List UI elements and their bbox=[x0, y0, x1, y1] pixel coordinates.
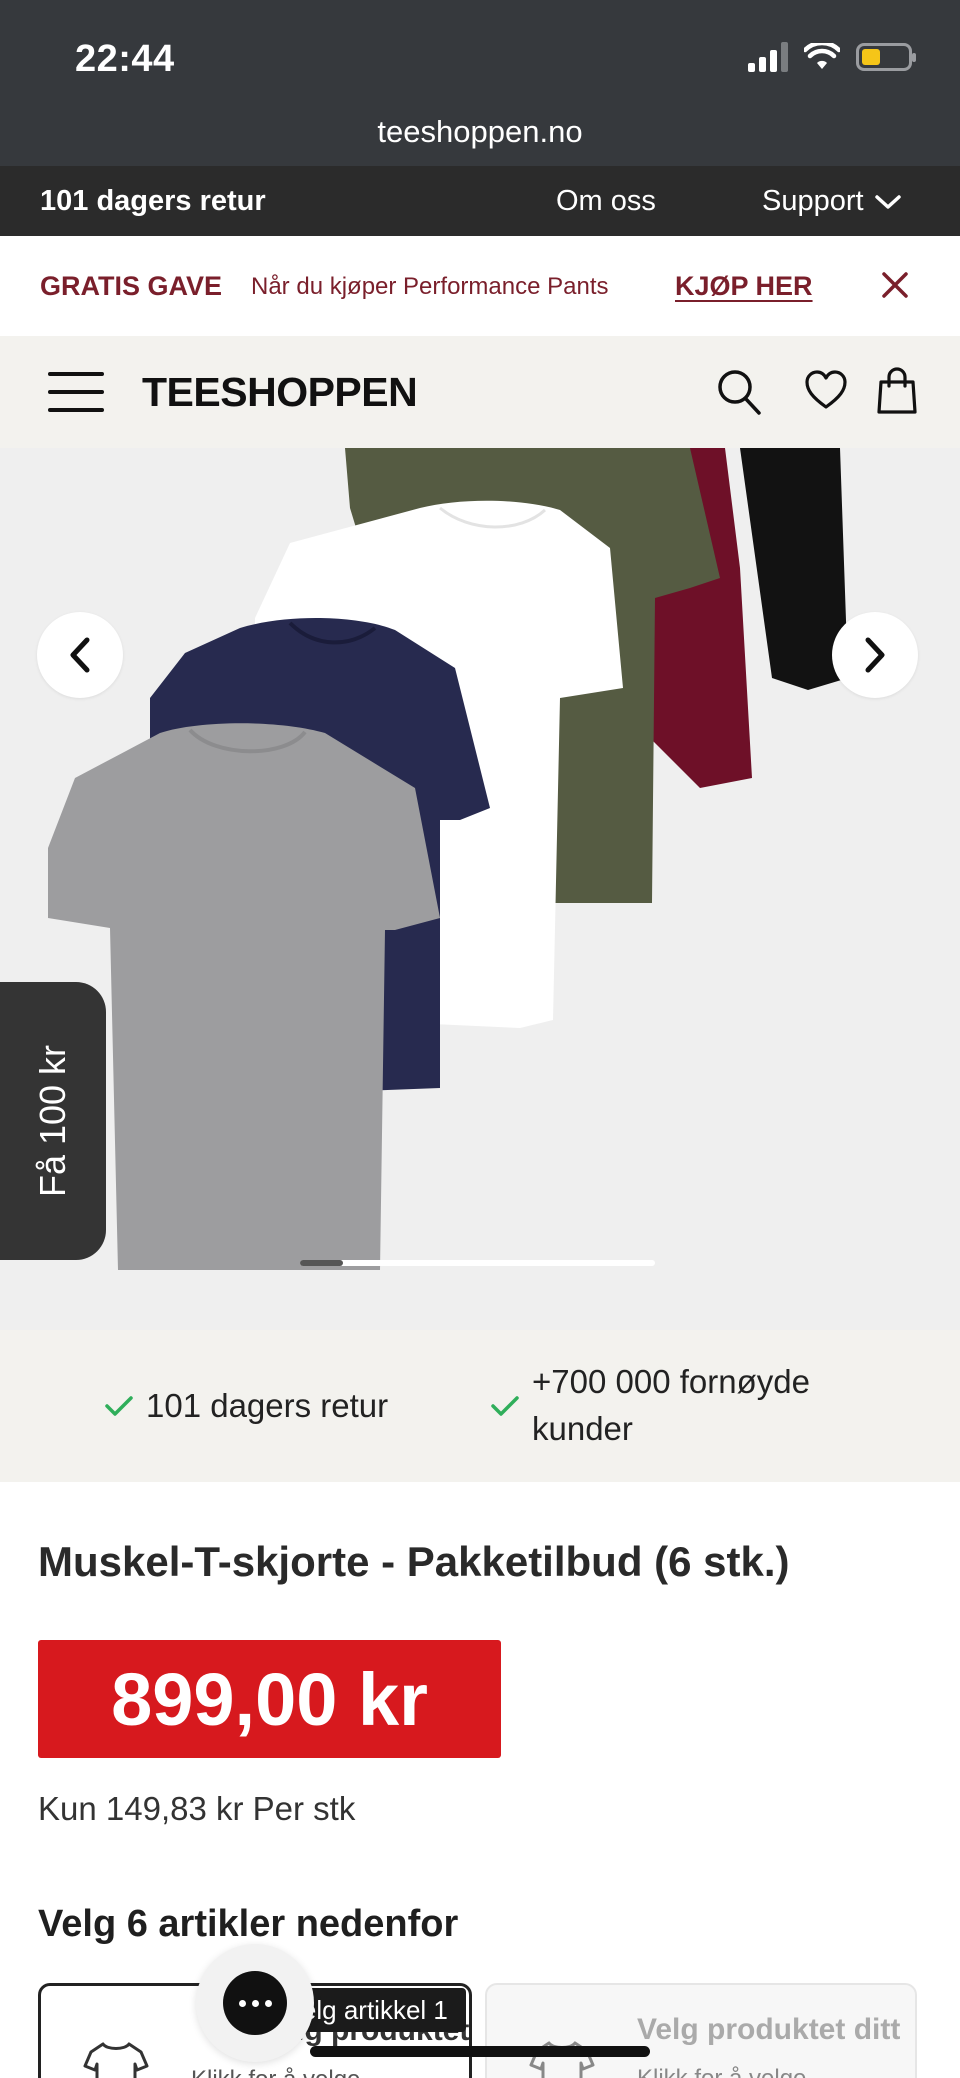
coupon-tab[interactable]: Få 100 kr bbox=[0, 982, 106, 1260]
heart-icon[interactable] bbox=[804, 370, 848, 410]
support-label: Support bbox=[762, 185, 864, 217]
usp-band: 101 dagers retur +700 000 fornøyde kunde… bbox=[0, 1330, 960, 1482]
top-nav: 101 dagers retur Om oss Support bbox=[0, 166, 960, 236]
cellular-signal-icon bbox=[748, 42, 788, 72]
gallery-progress bbox=[300, 1260, 655, 1266]
usp-returns: 101 dagers retur bbox=[104, 1382, 388, 1429]
search-icon[interactable] bbox=[716, 368, 762, 416]
unit-price: Kun 149,83 kr Per stk bbox=[38, 1790, 356, 1827]
usp-customers-line1: +700 000 fornøyde bbox=[532, 1363, 810, 1400]
article-select-card-2[interactable]: Velg produktet ditt Klikk for å velge bbox=[485, 1983, 917, 2078]
card-subtitle: Klikk for å velge bbox=[191, 2066, 360, 2078]
site-header: TEESHOPPEN bbox=[0, 336, 960, 448]
wifi-icon bbox=[804, 43, 840, 69]
address-bar[interactable]: teeshoppen.no bbox=[0, 112, 960, 166]
usp-customers: +700 000 fornøyde kunder bbox=[490, 1358, 810, 1452]
select-articles-heading: Velg 6 artikler nedenfor bbox=[38, 1903, 459, 1945]
site-logo[interactable]: TEESHOPPEN bbox=[142, 369, 418, 416]
tshirt-icon bbox=[529, 2041, 595, 2078]
gallery-progress-fill bbox=[300, 1260, 343, 1266]
battery-icon bbox=[856, 43, 916, 71]
gallery-next-button[interactable] bbox=[832, 612, 918, 698]
product-image bbox=[48, 448, 848, 1270]
shopping-bag-icon[interactable] bbox=[876, 366, 918, 416]
promo-banner: GRATIS GAVE Når du kjøper Performance Pa… bbox=[0, 236, 960, 336]
product-gallery[interactable] bbox=[0, 448, 960, 1330]
chevron-left-icon bbox=[70, 637, 90, 673]
price-badge: 899,00 kr bbox=[38, 1640, 501, 1758]
chevron-right-icon bbox=[865, 637, 885, 673]
tshirt-icon bbox=[83, 2042, 149, 2078]
chevron-down-icon bbox=[874, 194, 901, 209]
about-link[interactable]: Om oss bbox=[556, 185, 656, 218]
promo-description: Når du kjøper Performance Pants bbox=[251, 273, 609, 300]
status-icons bbox=[748, 42, 916, 72]
menu-icon[interactable] bbox=[48, 372, 104, 412]
check-icon bbox=[105, 1396, 133, 1416]
usp-returns-label: 101 dagers retur bbox=[146, 1387, 389, 1424]
status-bar: 22:44 bbox=[0, 0, 960, 112]
promo-gift-label: GRATIS GAVE bbox=[40, 271, 223, 301]
card-subtitle: Klikk for å velge bbox=[637, 2065, 806, 2078]
usp-customers-line2: kunder bbox=[532, 1410, 633, 1447]
promo-buy-link[interactable]: KJØP HER bbox=[675, 271, 813, 302]
support-menu[interactable]: Support bbox=[762, 185, 902, 218]
coupon-tab-label: Få 100 kr bbox=[32, 1044, 73, 1198]
card-title: Velg produktet ditt bbox=[637, 2013, 901, 2046]
close-icon[interactable] bbox=[880, 270, 910, 300]
home-indicator bbox=[310, 2046, 650, 2057]
returns-link[interactable]: 101 dagers retur bbox=[40, 185, 266, 218]
status-time: 22:44 bbox=[75, 38, 175, 80]
chat-icon bbox=[223, 1971, 287, 2035]
product-title: Muskel-T-skjorte - Pakketilbud (6 stk.) bbox=[38, 1538, 790, 1585]
gallery-prev-button[interactable] bbox=[37, 612, 123, 698]
check-icon bbox=[491, 1396, 519, 1416]
chat-button[interactable] bbox=[196, 1944, 314, 2062]
